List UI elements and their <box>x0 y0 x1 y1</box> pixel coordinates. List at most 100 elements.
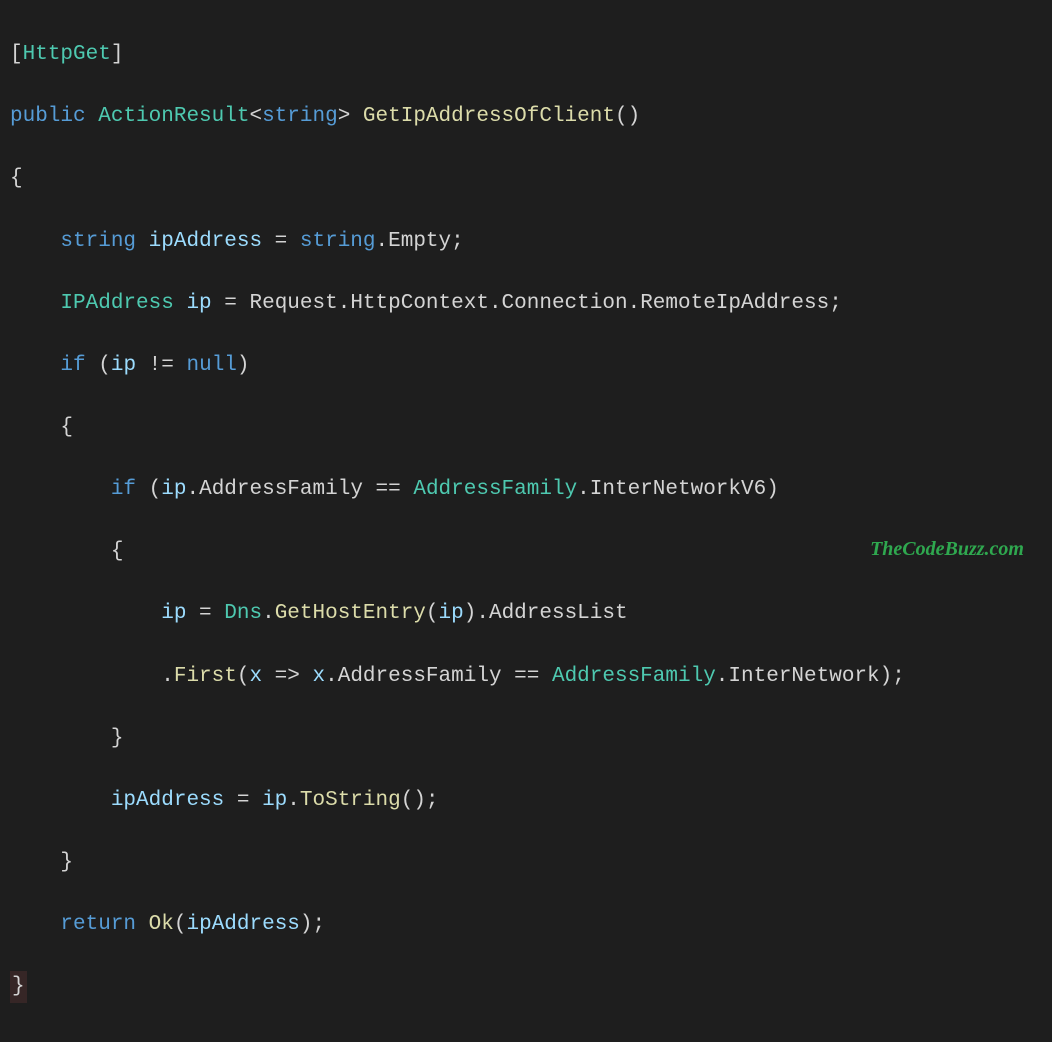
property: Connection <box>502 292 628 315</box>
paren: ). <box>464 602 489 625</box>
dot: . <box>161 665 174 688</box>
punct: > <box>338 105 351 128</box>
operator: = <box>262 230 300 253</box>
paren: ( <box>136 478 161 501</box>
bracket: [ <box>10 43 23 66</box>
operator: = <box>212 292 250 315</box>
semicolon: ; <box>451 230 464 253</box>
variable: ip <box>161 602 186 625</box>
code-line: } <box>10 723 1042 754</box>
operator: == <box>502 665 552 688</box>
code-line: return Ok(ipAddress); <box>10 909 1042 940</box>
paren: ); <box>300 913 325 936</box>
closing-brace-highlight: } <box>10 971 27 1002</box>
variable: ip <box>439 602 464 625</box>
code-line: public ActionResult<string> GetIpAddress… <box>10 101 1042 132</box>
dot: . <box>262 602 275 625</box>
method-call: ToString <box>300 789 401 812</box>
variable: ip <box>186 292 211 315</box>
parens: () <box>615 105 640 128</box>
enum-value: InterNetworkV6 <box>590 478 766 501</box>
variable: ip <box>111 354 136 377</box>
bracket: ] <box>111 43 124 66</box>
operator: != <box>136 354 186 377</box>
variable: ipAddress <box>186 913 299 936</box>
paren: ) <box>766 478 779 501</box>
code-line: { <box>10 412 1042 443</box>
type: AddressFamily <box>413 478 577 501</box>
property: AddressFamily <box>338 665 502 688</box>
paren: ( <box>237 665 250 688</box>
property: RemoteIpAddress <box>640 292 829 315</box>
variable: ip <box>262 789 287 812</box>
semicolon: ; <box>829 292 842 315</box>
method-call: GetHostEntry <box>275 602 426 625</box>
brace: } <box>60 851 73 874</box>
type: IPAddress <box>60 292 173 315</box>
code-line: IPAddress ip = Request.HttpContext.Conne… <box>10 288 1042 319</box>
dot: . <box>186 478 199 501</box>
type: Dns <box>224 602 262 625</box>
dot: . <box>287 789 300 812</box>
space <box>136 913 149 936</box>
dot: . <box>489 292 502 315</box>
method-call: First <box>174 665 237 688</box>
keyword: if <box>111 478 136 501</box>
variable: ip <box>161 478 186 501</box>
code-line: ipAddress = ip.ToString(); <box>10 785 1042 816</box>
type: string <box>300 230 376 253</box>
type: string <box>262 105 338 128</box>
code-block: [HttpGet] public ActionResult<string> Ge… <box>0 0 1052 1042</box>
attribute-name: HttpGet <box>23 43 111 66</box>
keyword: string <box>60 230 136 253</box>
property: AddressFamily <box>199 478 363 501</box>
code-line: .First(x => x.AddressFamily == AddressFa… <box>10 661 1042 692</box>
property: Request <box>249 292 337 315</box>
keyword: public <box>10 105 86 128</box>
method-call: Ok <box>149 913 174 936</box>
punct: < <box>249 105 262 128</box>
lambda-param: x <box>249 665 262 688</box>
code-line: } <box>10 847 1042 878</box>
dot: . <box>577 478 590 501</box>
dot: . <box>325 665 338 688</box>
brace: { <box>60 416 73 439</box>
keyword: if <box>60 354 85 377</box>
property: HttpContext <box>350 292 489 315</box>
brace: { <box>10 167 23 190</box>
keyword: null <box>187 354 237 377</box>
operator: = <box>224 789 262 812</box>
method-name: GetIpAddressOfClient <box>363 105 615 128</box>
brace: { <box>111 540 124 563</box>
operator: == <box>363 478 413 501</box>
property: Empty <box>388 230 451 253</box>
paren: ( <box>86 354 111 377</box>
type: AddressFamily <box>552 665 716 688</box>
property: AddressList <box>489 602 628 625</box>
dot: . <box>376 230 389 253</box>
enum-value: InterNetwork <box>728 665 879 688</box>
dot: . <box>716 665 729 688</box>
variable: ipAddress <box>149 230 262 253</box>
code-line: [HttpGet] <box>10 39 1042 70</box>
dot: . <box>628 292 641 315</box>
paren: ( <box>426 602 439 625</box>
code-line: } <box>10 971 1042 1002</box>
lambda-arrow: => <box>262 665 312 688</box>
paren: ) <box>237 354 250 377</box>
code-line: string ipAddress = string.Empty; <box>10 226 1042 257</box>
variable: ipAddress <box>111 789 224 812</box>
watermark-text: TheCodeBuzz.com <box>870 535 1024 565</box>
brace: } <box>111 727 124 750</box>
paren: ); <box>880 665 905 688</box>
parens: (); <box>401 789 439 812</box>
code-line: if (ip != null) <box>10 350 1042 381</box>
code-line: ip = Dns.GetHostEntry(ip).AddressList <box>10 598 1042 629</box>
paren: ( <box>174 913 187 936</box>
code-line: if (ip.AddressFamily == AddressFamily.In… <box>10 474 1042 505</box>
code-line: { <box>10 163 1042 194</box>
lambda-param: x <box>313 665 326 688</box>
dot: . <box>338 292 351 315</box>
type: ActionResult <box>98 105 249 128</box>
keyword: return <box>60 913 136 936</box>
